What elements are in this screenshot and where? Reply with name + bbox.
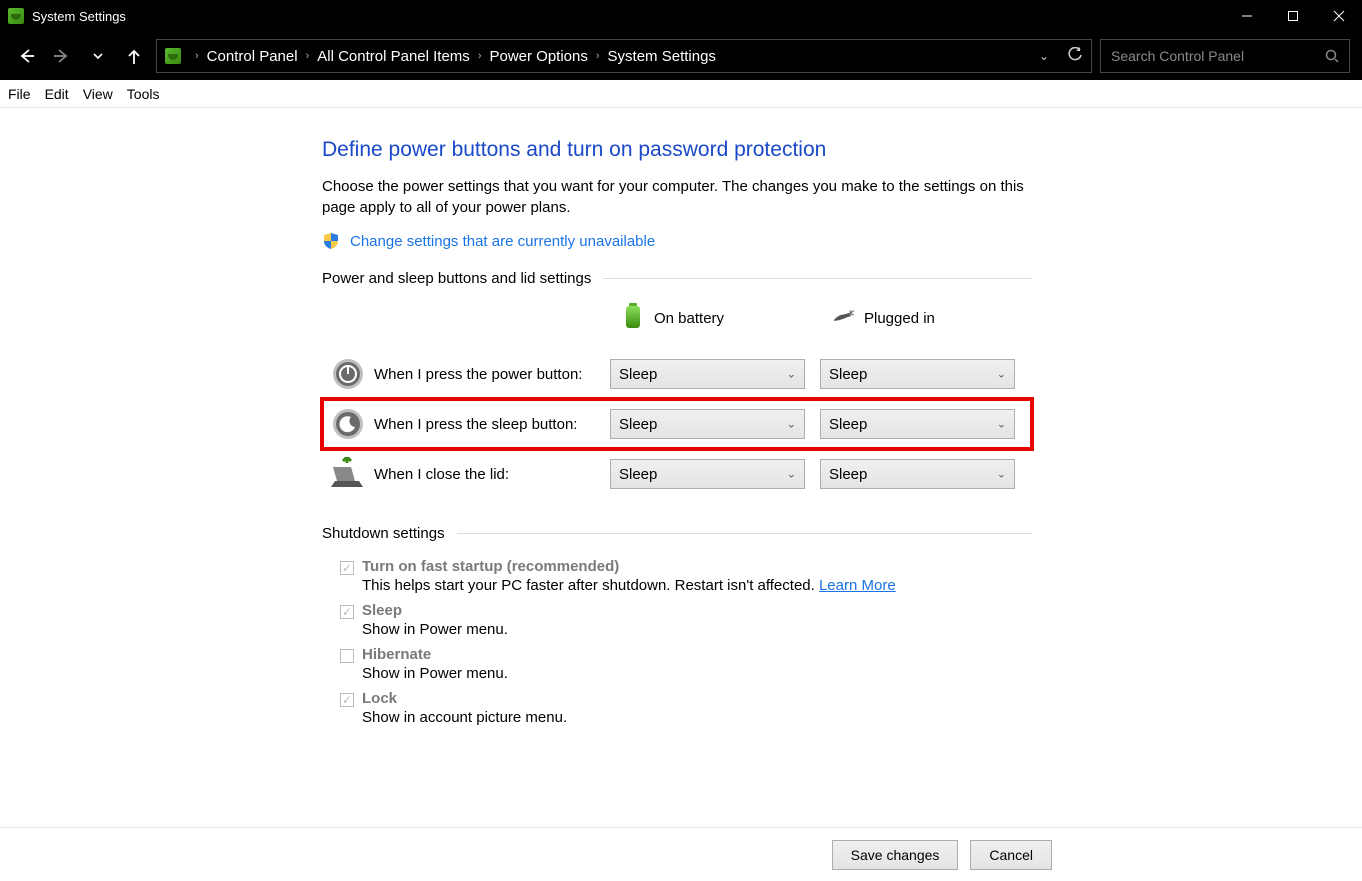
- title-bar: System Settings: [0, 0, 1362, 32]
- chevron-right-icon: ›: [306, 50, 310, 62]
- minimize-button[interactable]: [1224, 0, 1270, 32]
- row-power-button: When I press the power button: Sleep ⌄ S…: [322, 349, 1032, 399]
- power-button-icon: [328, 357, 368, 391]
- breadcrumb-item[interactable]: System Settings: [608, 48, 716, 65]
- lock-checkbox[interactable]: [340, 693, 354, 707]
- column-plugged-label: Plugged in: [864, 310, 935, 327]
- chevron-down-icon: ⌄: [997, 418, 1006, 431]
- close-lid-plugged-select[interactable]: Sleep ⌄: [820, 459, 1015, 489]
- column-battery-label: On battery: [654, 310, 724, 327]
- lock-row: Lock Show in account picture menu.: [340, 690, 1032, 726]
- checkbox-title: Lock: [362, 690, 567, 707]
- address-bar[interactable]: › Control Panel › All Control Panel Item…: [156, 39, 1092, 73]
- learn-more-link[interactable]: Learn More: [819, 577, 896, 594]
- battery-icon: [622, 303, 644, 333]
- footer: Save changes Cancel: [0, 827, 1362, 881]
- chevron-down-icon: ⌄: [997, 468, 1006, 481]
- search-icon: [1325, 49, 1339, 63]
- menu-view[interactable]: View: [83, 86, 113, 102]
- fast-startup-checkbox[interactable]: [340, 561, 354, 575]
- divider: [603, 278, 1032, 279]
- checkbox-desc: Show in Power menu.: [362, 621, 508, 638]
- refresh-button[interactable]: [1067, 47, 1083, 66]
- menu-file[interactable]: File: [8, 86, 31, 102]
- close-lid-battery-select[interactable]: Sleep ⌄: [610, 459, 805, 489]
- chevron-right-icon: ›: [596, 50, 600, 62]
- menu-edit[interactable]: Edit: [45, 86, 69, 102]
- menu-tools[interactable]: Tools: [127, 86, 160, 102]
- chevron-down-icon: ⌄: [787, 418, 796, 431]
- laptop-lid-icon: [328, 457, 368, 491]
- sleep-button-icon: [328, 407, 368, 441]
- checkbox-title: Sleep: [362, 602, 508, 619]
- admin-settings-link[interactable]: Change settings that are currently unava…: [350, 233, 655, 250]
- recent-locations-button[interactable]: [84, 40, 112, 72]
- chevron-right-icon: ›: [195, 50, 199, 62]
- breadcrumb-item[interactable]: Control Panel: [207, 48, 298, 65]
- page-description: Choose the power settings that you want …: [322, 176, 1032, 218]
- chevron-down-icon[interactable]: ⌄: [1039, 49, 1049, 63]
- cancel-button[interactable]: Cancel: [970, 840, 1052, 870]
- sleep-button-battery-select[interactable]: Sleep ⌄: [610, 409, 805, 439]
- close-button[interactable]: [1316, 0, 1362, 32]
- fast-startup-row: Turn on fast startup (recommended) This …: [340, 558, 1032, 594]
- hibernate-row: Hibernate Show in Power menu.: [340, 646, 1032, 682]
- section-header: Shutdown settings: [322, 525, 445, 542]
- row-close-lid: When I close the lid: Sleep ⌄ Sleep ⌄: [322, 449, 1032, 499]
- checkbox-desc: Show in account picture menu.: [362, 709, 567, 726]
- shield-icon: [322, 232, 340, 250]
- checkbox-desc: Show in Power menu.: [362, 665, 508, 682]
- row-label: When I press the power button:: [368, 366, 610, 383]
- checkbox-title: Turn on fast startup (recommended): [362, 558, 896, 575]
- checkbox-desc: This helps start your PC faster after sh…: [362, 577, 896, 594]
- section-header: Power and sleep buttons and lid settings: [322, 270, 591, 287]
- search-input[interactable]: Search Control Panel: [1100, 39, 1350, 73]
- breadcrumb-item[interactable]: All Control Panel Items: [317, 48, 470, 65]
- chevron-down-icon: ⌄: [787, 368, 796, 381]
- hibernate-checkbox[interactable]: [340, 649, 354, 663]
- power-button-battery-select[interactable]: Sleep ⌄: [610, 359, 805, 389]
- location-icon: [165, 48, 181, 64]
- address-bar-row: › Control Panel › All Control Panel Item…: [0, 32, 1362, 80]
- forward-button[interactable]: [48, 40, 76, 72]
- page-heading: Define power buttons and turn on passwor…: [322, 138, 1032, 162]
- row-label: When I press the sleep button:: [368, 416, 610, 433]
- content-area: Define power buttons and turn on passwor…: [0, 108, 1362, 827]
- sleep-checkbox[interactable]: [340, 605, 354, 619]
- search-placeholder: Search Control Panel: [1111, 48, 1325, 64]
- breadcrumb-item[interactable]: Power Options: [489, 48, 587, 65]
- sleep-row: Sleep Show in Power menu.: [340, 602, 1032, 638]
- checkbox-title: Hibernate: [362, 646, 508, 663]
- window-title: System Settings: [32, 9, 126, 24]
- chevron-down-icon: ⌄: [997, 368, 1006, 381]
- save-button[interactable]: Save changes: [832, 840, 959, 870]
- back-button[interactable]: [12, 40, 40, 72]
- row-sleep-button: When I press the sleep button: Sleep ⌄ S…: [322, 399, 1032, 449]
- chevron-down-icon: ⌄: [787, 468, 796, 481]
- row-label: When I close the lid:: [368, 466, 610, 483]
- sleep-button-plugged-select[interactable]: Sleep ⌄: [820, 409, 1015, 439]
- maximize-button[interactable]: [1270, 0, 1316, 32]
- chevron-right-icon: ›: [478, 50, 482, 62]
- power-button-plugged-select[interactable]: Sleep ⌄: [820, 359, 1015, 389]
- menu-bar: File Edit View Tools: [0, 80, 1362, 108]
- up-button[interactable]: [120, 40, 148, 72]
- app-icon: [8, 8, 24, 24]
- divider: [457, 533, 1032, 534]
- plug-icon: [832, 303, 854, 333]
